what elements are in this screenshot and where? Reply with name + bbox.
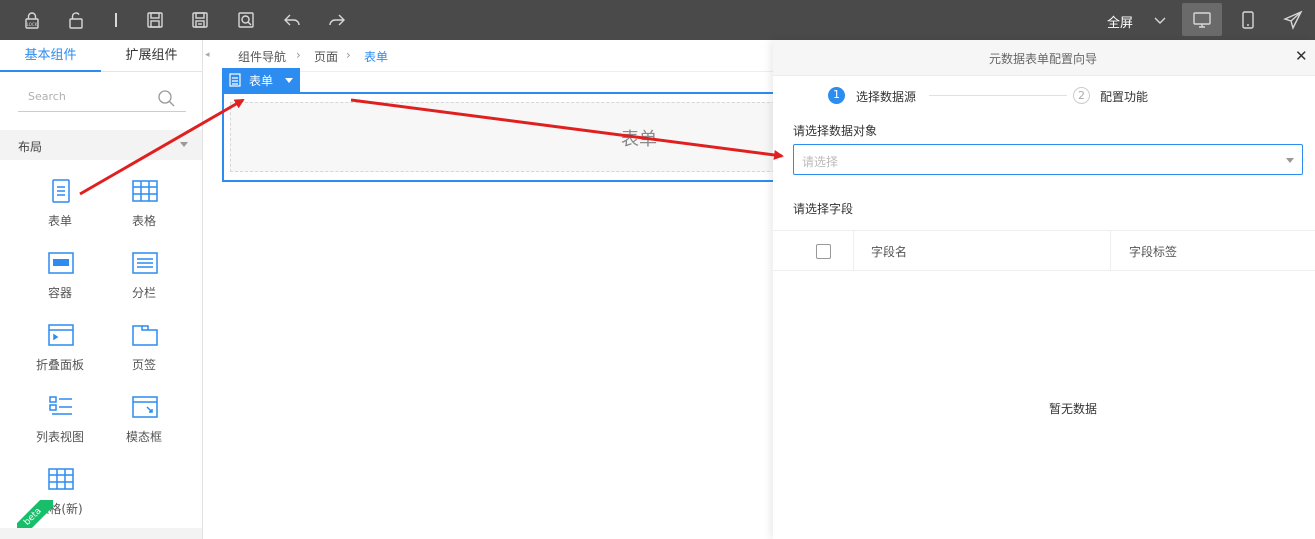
fullscreen-label[interactable]: 全屏 [1107, 12, 1133, 31]
save-as-icon[interactable] [190, 10, 210, 30]
section-title: 布局 [18, 140, 43, 154]
empty-state-text: 暂无数据 [1049, 402, 1098, 416]
component-tabs[interactable]: 页签 [104, 322, 184, 382]
chevron-down-icon [180, 142, 188, 147]
section-layout-header[interactable]: 布局 [0, 130, 202, 160]
chevron-down-icon[interactable] [1150, 10, 1170, 30]
wizard-title: 元数据表单配置向导 [989, 52, 1098, 66]
publish-icon[interactable] [1283, 10, 1303, 30]
tabs-icon [132, 322, 158, 348]
breadcrumb-item-current[interactable]: 表单 [364, 48, 388, 65]
svg-text:LOCK: LOCK [27, 22, 38, 27]
breadcrumb: 组件导航 › 页面 › 表单 [222, 40, 773, 72]
table-icon [132, 178, 158, 204]
chevron-right-icon: › [296, 48, 301, 62]
component-label: 表单 [47, 214, 72, 228]
data-object-select[interactable]: 请选择 [793, 144, 1303, 175]
tab-basic-components[interactable]: 基本组件 [0, 40, 101, 72]
modal-icon [132, 394, 158, 420]
step-1-number: 1 [828, 87, 845, 104]
form-tag-label: 表单 [249, 74, 274, 88]
tab-extended-components[interactable]: 扩展组件 [101, 40, 202, 72]
desktop-icon[interactable] [1192, 10, 1212, 30]
cursor-icon[interactable] [106, 10, 126, 30]
component-label: 折叠面板 [35, 358, 84, 372]
breadcrumb-item[interactable]: 组件导航 [238, 48, 286, 65]
collapse-panel-arrow-icon[interactable]: ◂ [205, 50, 213, 62]
fields-table-header: 字段名 字段标签 [773, 230, 1315, 271]
search-placeholder: Search [28, 90, 66, 103]
step-1-label[interactable]: 选择数据源 [856, 88, 916, 105]
step-divider [929, 95, 1067, 96]
close-icon[interactable]: ✕ [1295, 49, 1309, 64]
component-columns[interactable]: 分栏 [104, 250, 184, 310]
unlock-icon[interactable] [66, 10, 86, 30]
select-all-checkbox[interactable] [816, 244, 831, 259]
lock-icon[interactable]: LOCK [22, 10, 42, 30]
search-icon[interactable] [156, 88, 176, 108]
undo-icon[interactable] [282, 10, 302, 30]
save-icon[interactable] [145, 10, 165, 30]
component-collapse-panel[interactable]: 折叠面板 [20, 322, 100, 382]
component-label: 页签 [131, 358, 156, 372]
breadcrumb-item[interactable]: 页面 [314, 48, 338, 65]
component-modal[interactable]: 模态框 [104, 394, 184, 454]
component-container[interactable]: 容器 [20, 250, 100, 310]
step-2-number: 2 [1073, 87, 1090, 104]
form-icon [48, 178, 74, 204]
container-icon [48, 250, 74, 276]
form-drop-area[interactable]: 表单 [230, 102, 790, 172]
columns-icon [132, 250, 158, 276]
component-label: 模态框 [125, 430, 162, 444]
chevron-down-icon [1286, 158, 1294, 163]
form-icon [228, 73, 242, 87]
wizard-header: 元数据表单配置向导 ✕ [773, 40, 1315, 76]
form-component-selected[interactable]: 表单 [222, 92, 790, 182]
metadata-form-wizard: 元数据表单配置向导 ✕ 1 选择数据源 2 配置功能 请选择数据对象 请选择 请… [773, 40, 1315, 539]
component-label: 列表视图 [35, 430, 84, 444]
list-view-icon [48, 394, 74, 420]
redo-icon[interactable] [327, 10, 347, 30]
preview-icon[interactable] [236, 10, 256, 30]
caret-down-icon[interactable] [285, 78, 293, 83]
panel-tabs: 基本组件 扩展组件 [0, 40, 203, 72]
step-2-label[interactable]: 配置功能 [1100, 88, 1148, 105]
column-divider [853, 231, 854, 270]
component-list-view[interactable]: 列表视图 [20, 394, 100, 454]
component-form[interactable]: 表单 [20, 178, 100, 238]
field-select-label: 请选择字段 [793, 202, 854, 216]
component-label: 容器 [47, 286, 72, 300]
search-input[interactable]: Search [18, 84, 186, 112]
column-divider [1110, 231, 1111, 270]
table-new-icon [48, 466, 74, 492]
component-panel: 基本组件 扩展组件 Search 布局 表单 表格 容器 分栏 折叠面板 页签 … [0, 40, 203, 539]
mobile-icon[interactable] [1238, 10, 1258, 30]
form-placeholder-text: 表单 [621, 129, 657, 150]
collapse-panel-icon [48, 322, 74, 348]
component-label: 表格 [131, 214, 156, 228]
next-section-header[interactable] [0, 528, 202, 539]
column-header-field-name[interactable]: 字段名 [871, 243, 907, 260]
top-toolbar: LOCK 全屏 [0, 0, 1315, 40]
chevron-right-icon: › [346, 48, 351, 62]
form-component-tag[interactable]: 表单 [222, 68, 300, 92]
column-header-field-label[interactable]: 字段标签 [1129, 243, 1177, 260]
data-object-placeholder: 请选择 [802, 155, 839, 169]
component-label: 分栏 [131, 286, 156, 300]
component-table[interactable]: 表格 [104, 178, 184, 238]
data-object-label: 请选择数据对象 [793, 124, 878, 138]
